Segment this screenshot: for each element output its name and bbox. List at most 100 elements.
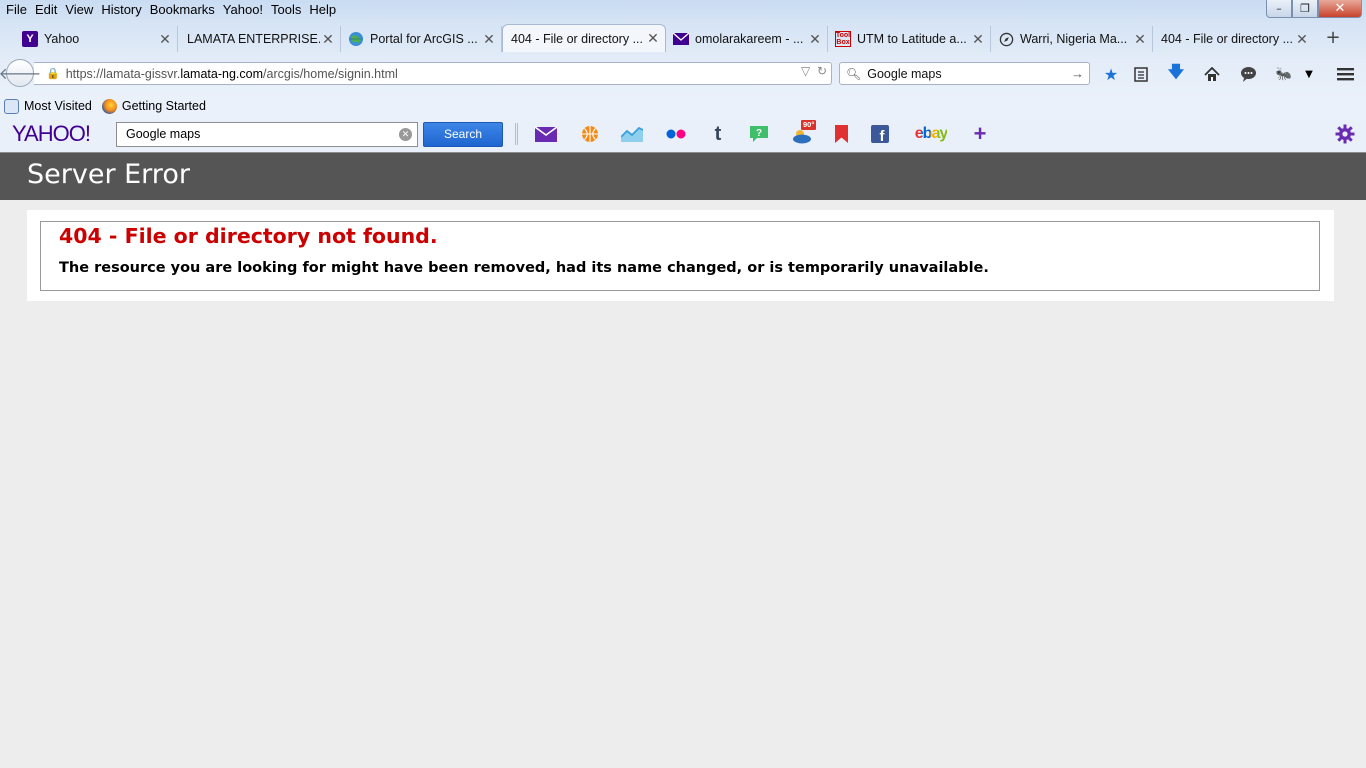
close-tab-icon[interactable]: ✕ — [1132, 31, 1148, 48]
menu-bar: File Edit View History Bookmarks Yahoo! … — [0, 0, 340, 20]
menu-bookmarks[interactable]: Bookmarks — [146, 1, 219, 19]
tab-lamata-enterprise[interactable]: LAMATA ENTERPRISE... ✕ — [179, 26, 341, 52]
url-bar[interactable]: 🔒 https://lamata-gissvr. lamata-ng.com/ar… — [34, 62, 832, 85]
error-title: 404 - File or directory not found. — [59, 224, 438, 248]
bookmarks-menu-icon[interactable] — [1130, 64, 1152, 84]
yahoo-favicon-icon: Y — [22, 31, 38, 47]
new-tab-button[interactable]: + — [1322, 28, 1344, 48]
tab-title: Warri, Nigeria Ma... — [1020, 32, 1128, 46]
close-tab-icon[interactable]: ✕ — [807, 31, 823, 48]
bookmarks-bar: Most Visited Getting Started — [0, 96, 212, 116]
search-value: Google maps — [867, 66, 942, 81]
url-tools: ▽ ↻ — [801, 64, 827, 78]
tab-strip: Y Yahoo ✕ LAMATA ENTERPRISE... ✕ Portal … — [0, 24, 1366, 52]
bookmark-label: Getting Started — [121, 99, 206, 113]
tab-title: Yahoo — [44, 32, 80, 46]
navigation-bar: 🔒 https://lamata-gissvr. lamata-ng.com/ar… — [0, 52, 1366, 94]
menu-yahoo[interactable]: Yahoo! — [219, 1, 267, 19]
toolbox-favicon-icon: Tool Box — [835, 31, 851, 47]
close-tab-icon[interactable]: ✕ — [481, 31, 497, 48]
tab-404-second[interactable]: 404 - File or directory ... ✕ — [1154, 26, 1314, 52]
ebay-icon[interactable]: ebay — [910, 123, 952, 145]
tab-warri-nigeria[interactable]: Warri, Nigeria Ma... ✕ — [992, 26, 1153, 52]
yahoo-search-input[interactable]: Google maps ✕ — [116, 122, 418, 147]
url-suffix: /arcgis/home/signin.html — [263, 66, 398, 81]
svg-text:?: ? — [756, 128, 762, 139]
tab-404-active[interactable]: 404 - File or directory ... ✕ — [502, 24, 666, 52]
page-content: Server Error 404 - File or directory not… — [0, 152, 1366, 768]
close-tab-icon[interactable]: ✕ — [157, 31, 173, 48]
bookmark-getting-started[interactable]: Getting Started — [101, 98, 206, 114]
hamburger-menu-icon[interactable] — [1334, 64, 1356, 84]
close-tab-icon[interactable]: ✕ — [320, 31, 336, 48]
chat-icon[interactable] — [1237, 64, 1259, 84]
sports-basketball-icon[interactable] — [578, 123, 602, 145]
downloads-icon[interactable]: 🡇 — [1165, 62, 1187, 84]
tab-title: omolarakareem - ... — [695, 32, 804, 46]
dropdown-arrow-icon[interactable]: ▽ — [801, 64, 810, 78]
close-tab-icon[interactable]: ✕ — [970, 31, 986, 48]
facebook-icon[interactable]: f — [868, 123, 892, 145]
add-shortcut-icon[interactable]: + — [968, 121, 992, 146]
tab-utm-to-latitude[interactable]: Tool Box UTM to Latitude a... ✕ — [829, 26, 991, 52]
menu-help[interactable]: Help — [305, 1, 340, 19]
yahoo-mail-icon[interactable] — [534, 123, 558, 145]
error-message: The resource you are looking for might h… — [59, 260, 989, 276]
menu-tools[interactable]: Tools — [267, 1, 305, 19]
maximize-button[interactable]: ❐ — [1292, 0, 1318, 18]
minimize-button[interactable]: – — [1266, 0, 1292, 18]
toolbar-separator — [515, 123, 518, 145]
error-content: 404 - File or directory not found. The r… — [27, 210, 1334, 301]
home-icon[interactable] — [1201, 64, 1223, 84]
flickr-icon[interactable] — [664, 123, 688, 145]
extension-icon[interactable]: 🐜 — [1273, 64, 1295, 84]
menu-edit[interactable]: Edit — [31, 1, 61, 19]
tab-title: LAMATA ENTERPRISE... — [187, 32, 320, 46]
globe-favicon-icon — [348, 31, 364, 47]
yahoo-toolbar: YAHOO! Google maps ✕ Search t ? 90° f eb… — [0, 117, 1366, 151]
yahoo-logo[interactable]: YAHOO! — [12, 121, 91, 147]
bookmark-ribbon-icon[interactable] — [829, 123, 853, 145]
url-prefix: https://lamata-gissvr. — [65, 66, 181, 81]
bookmark-label: Most Visited — [24, 99, 92, 113]
tab-yahoo[interactable]: Y Yahoo ✕ — [16, 26, 178, 52]
tab-portal-arcgis[interactable]: Portal for ArcGIS ... ✕ — [342, 26, 502, 52]
clear-search-icon[interactable]: ✕ — [399, 128, 412, 141]
back-button[interactable]: 🡐 — [0, 59, 41, 87]
tab-omolarakareem[interactable]: omolarakareem - ... ✕ — [667, 26, 828, 52]
yahoo-search-button[interactable]: Search — [423, 122, 503, 147]
close-tab-icon[interactable]: ✕ — [645, 30, 661, 47]
compass-favicon-icon — [998, 31, 1014, 47]
reload-icon[interactable]: ↻ — [817, 64, 827, 78]
finance-chart-icon[interactable] — [620, 123, 644, 145]
search-go-icon[interactable]: → — [1071, 66, 1084, 81]
menu-history[interactable]: History — [97, 1, 145, 19]
browser-chrome: File Edit View History Bookmarks Yahoo! … — [0, 0, 1366, 152]
back-arrow-icon: 🡐 — [0, 64, 42, 83]
settings-gear-icon[interactable] — [1333, 123, 1357, 145]
tab-title: 404 - File or directory ... — [1161, 32, 1293, 46]
weather-temp-badge: 90° — [801, 120, 817, 130]
server-error-header: Server Error — [0, 153, 1366, 200]
weather-icon[interactable]: 90° — [789, 120, 821, 145]
menu-view[interactable]: View — [61, 1, 97, 19]
error-fieldset: 404 - File or directory not found. The r… — [40, 221, 1320, 291]
bookmark-most-visited[interactable]: Most Visited — [4, 98, 92, 114]
most-visited-icon — [4, 98, 19, 114]
tab-title: 404 - File or directory ... — [511, 31, 643, 46]
tumblr-icon[interactable]: t — [706, 123, 730, 145]
mail-favicon-icon — [673, 31, 689, 47]
lock-icon: 🔒 — [46, 68, 60, 80]
yahoo-answers-icon[interactable]: ? — [747, 123, 771, 145]
bookmark-star-icon[interactable]: ★ — [1100, 64, 1122, 84]
close-tab-icon[interactable]: ✕ — [1294, 31, 1310, 48]
window-controls: – ❐ ✕ — [1266, 0, 1362, 18]
search-input[interactable]: 🔍︎ Google maps → — [839, 62, 1090, 85]
page-title: Server Error — [27, 159, 190, 190]
close-window-button[interactable]: ✕ — [1318, 0, 1362, 18]
search-icon: 🔍︎ — [846, 66, 862, 81]
tab-title: Portal for ArcGIS ... — [370, 32, 478, 46]
ebay-label: ebay — [914, 125, 948, 142]
extension-dropdown-icon[interactable]: ▼ — [1298, 64, 1320, 84]
menu-file[interactable]: File — [2, 1, 31, 19]
